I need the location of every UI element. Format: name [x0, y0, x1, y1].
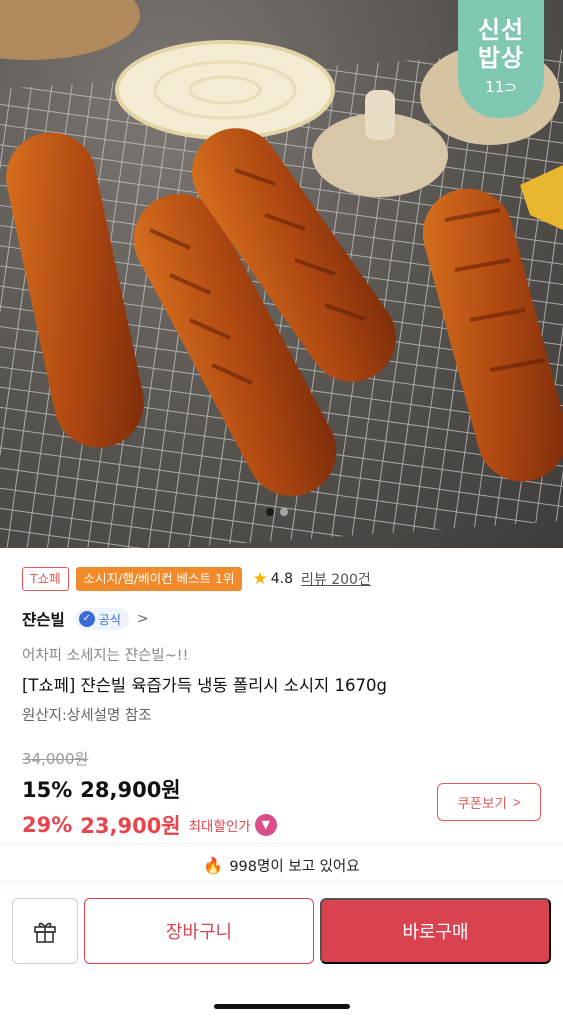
view-coupons-button[interactable]: 쿠폰보기 >	[437, 783, 541, 821]
original-price: 34,000원	[22, 750, 89, 768]
badge-line-1: 신선	[477, 16, 525, 44]
chevron-down-icon[interactable]: ▼	[254, 814, 277, 836]
live-viewers-banner: 🔥 998명이 보고 있어요	[0, 850, 563, 880]
max-discount-percent: 29%	[22, 813, 73, 837]
coupon-button-label: 쿠폰보기	[457, 796, 507, 811]
gift-button[interactable]	[12, 898, 78, 964]
fresh-table-badge: 신선 밥상 11⊃	[458, 0, 544, 118]
pagination-dot-active	[266, 508, 274, 516]
image-pagination	[266, 508, 288, 516]
review-count-link[interactable]: 리뷰 200건	[301, 569, 371, 589]
official-label: 공식	[98, 612, 121, 627]
chevron-right-icon: >	[512, 794, 521, 810]
max-discount-label: 최대할인가	[188, 819, 251, 835]
official-badge: ✓ 공식	[74, 608, 129, 630]
chevron-right-icon[interactable]: >	[137, 611, 149, 627]
best-rank-tag[interactable]: 소시지/햄/베이컨 베스트 1위	[75, 567, 243, 591]
add-to-cart-button[interactable]: 장바구니	[84, 898, 314, 964]
promo-text: 어차피 소세지는 쟌슨빌~!!	[22, 648, 189, 664]
star-icon: ★	[252, 569, 268, 589]
viewers-text: 998명이 보고 있어요	[229, 858, 360, 875]
product-info: T쇼페 소시지/햄/베이컨 베스트 1위 ★ 4.8 리뷰 200건 쟌슨빌 ✓…	[22, 566, 545, 842]
scroll-fade	[0, 880, 563, 892]
seller-name[interactable]: 쟌슨빌	[22, 608, 65, 630]
gift-icon	[34, 922, 56, 943]
seller-row[interactable]: 쟌슨빌 ✓ 공식 >	[22, 606, 545, 632]
rating-summary: ★ 4.8 리뷰 200건	[252, 569, 370, 589]
verified-check-icon: ✓	[78, 611, 95, 627]
tshop-tag: T쇼페	[22, 567, 69, 591]
product-hero-image[interactable]: 신선 밥상 11⊃	[0, 0, 563, 548]
fire-icon: 🔥	[203, 855, 224, 875]
discount-percent: 15%	[22, 778, 73, 802]
max-discount-price: 23,900원	[80, 814, 181, 838]
badge-line-2: 밥상	[477, 44, 525, 72]
buy-now-button[interactable]: 바로구매	[320, 898, 551, 964]
rating-value: 4.8	[270, 571, 293, 587]
purchase-bar: 장바구니 바로구매	[0, 892, 563, 1024]
discount-price: 28,900원	[80, 778, 181, 802]
home-indicator	[214, 1004, 350, 1009]
section-divider	[0, 843, 563, 844]
tag-row: T쇼페 소시지/햄/베이컨 베스트 1위 ★ 4.8 리뷰 200건	[22, 566, 545, 592]
pagination-dot	[280, 508, 288, 516]
origin-text: 원산지:상세설명 참조	[22, 708, 152, 724]
badge-11st-logo: 11⊃	[485, 78, 517, 96]
product-title: [T쇼페] 쟌슨빌 육즙가득 냉동 폴리시 소시지 1670g	[22, 676, 387, 695]
